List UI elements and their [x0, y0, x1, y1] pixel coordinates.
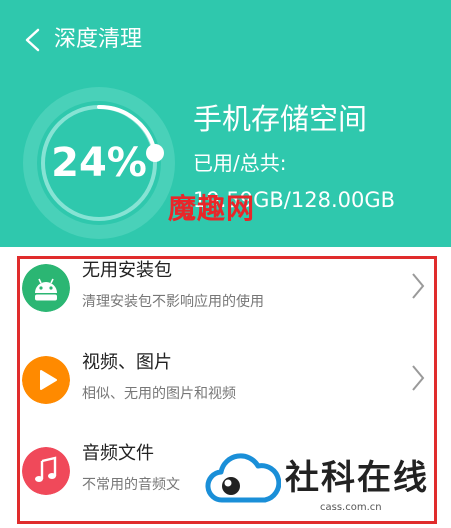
item-subtitle: 清理安装包不影响应用的使用	[82, 294, 264, 310]
watermark-red-text: 魔趣网	[168, 192, 256, 225]
item-subtitle: 相似、无用的图片和视频	[82, 386, 236, 402]
item-title: 无用安装包	[82, 260, 172, 281]
used-total-label: 已用/总共:	[193, 151, 287, 175]
item-subtitle: 不常用的音频文	[82, 477, 180, 493]
android-icon	[22, 264, 70, 312]
back-arrow-icon[interactable]	[22, 28, 44, 52]
play-icon	[22, 356, 70, 404]
usage-percent: 24%	[51, 140, 147, 186]
list-item-videos-images[interactable]: 视频、图片 相似、无用的图片和视频	[20, 343, 434, 431]
page-title: 深度清理	[54, 27, 143, 52]
chevron-right-icon	[412, 273, 425, 299]
item-title: 视频、图片	[82, 352, 172, 373]
item-title: 音频文件	[82, 443, 154, 464]
watermark-brand-text: 社科在线	[285, 458, 429, 498]
chevron-right-icon	[412, 365, 425, 391]
list-item-unused-packages[interactable]: 无用安装包 清理安装包不影响应用的使用	[20, 251, 434, 339]
watermark-url: cass.com.cn	[320, 502, 382, 513]
music-note-icon	[22, 447, 70, 495]
storage-title: 手机存储空间	[193, 102, 368, 136]
watermark-cloud-logo	[205, 453, 281, 503]
